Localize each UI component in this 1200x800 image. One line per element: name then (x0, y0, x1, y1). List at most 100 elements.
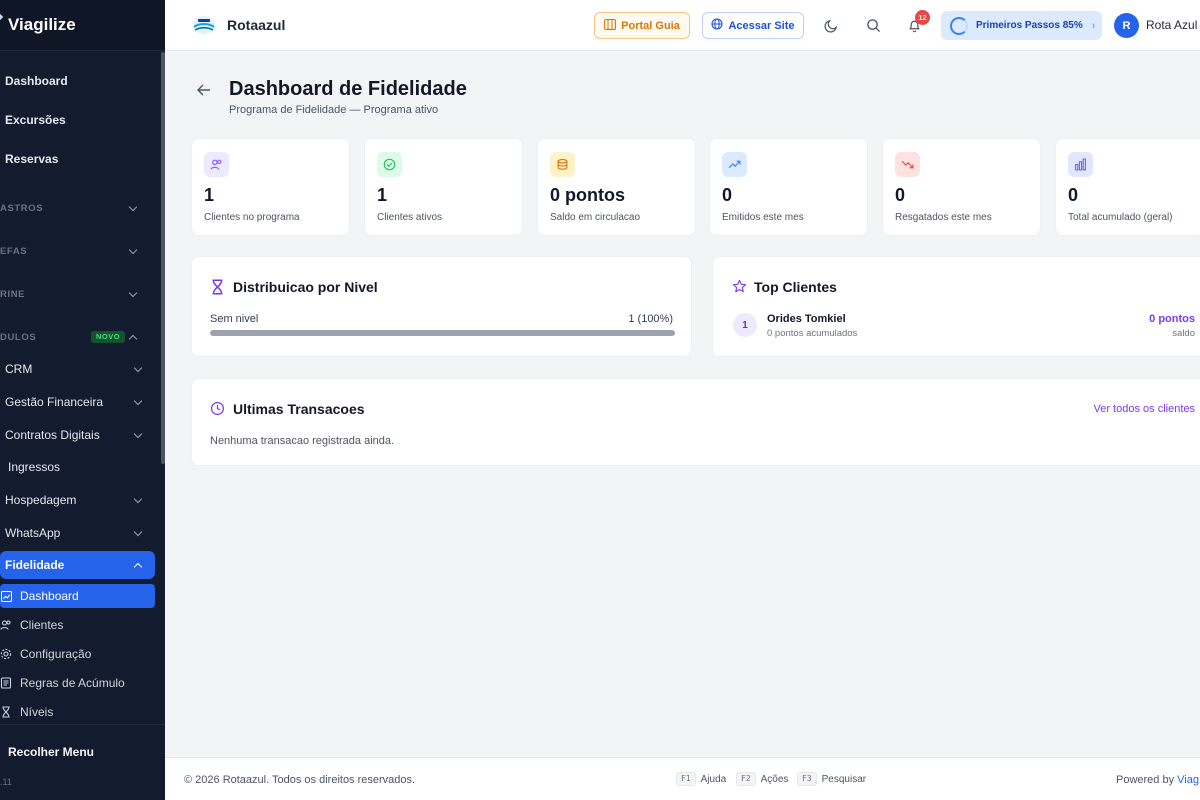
sidebar-item-excursoes[interactable]: Excursões (0, 107, 155, 133)
section-label: EFAS (0, 245, 28, 257)
progress-ring-icon (950, 16, 968, 35)
sidebar-subitem-niveis[interactable]: Níveis (0, 700, 155, 724)
client-points: 0 pontos (1149, 313, 1195, 325)
empty-state-text: Nenhuma transacao registrada ainda. (210, 435, 395, 447)
sidebar-section-vitrine[interactable]: RINE (0, 286, 150, 302)
stat-card-clientes-programa: 1 Clientes no programa (191, 138, 350, 236)
primeiros-passos-button[interactable]: Primeiros Passos 85% › (941, 11, 1102, 40)
top-header: Rotaazul Portal Guia Acessar Site 12 Pri… (165, 0, 1200, 51)
card-title: Top Clientes (754, 279, 837, 295)
user-name[interactable]: Rota Azul (1146, 18, 1197, 32)
chevron-up-icon (133, 562, 143, 572)
sidebar-item-hospedagem[interactable]: Hospedagem (0, 487, 155, 513)
users-icon (204, 152, 229, 177)
stat-card-emitidos-mes: 0 Emitidos este mes (709, 138, 868, 236)
sidebar-subitem-dashboard[interactable]: Dashboard (0, 584, 155, 608)
sidebar-item-label: Hospedagem (5, 493, 77, 507)
sidebar-subitem-label: Dashboard (20, 589, 79, 603)
sidebar-item-dashboard[interactable]: Dashboard (0, 68, 155, 94)
sidebar-item-label: Reservas (5, 152, 59, 166)
chevron-down-icon (133, 363, 143, 373)
sidebar-subitem-regras[interactable]: Regras de Acúmulo (0, 671, 155, 695)
star-icon (732, 279, 748, 295)
page-subtitle: Programa de Fidelidade — Programa ativo (229, 104, 439, 116)
sidebar-subitem-label: Níveis (20, 705, 54, 719)
stat-label: Clientes ativos (377, 212, 443, 223)
top-clientes-card: Top Clientes 1 Orides Tomkiel 0 pontos a… (712, 256, 1200, 357)
moon-icon[interactable] (822, 16, 840, 34)
chevron-down-icon (133, 494, 143, 504)
shortcut-search[interactable]: F3 Pesquisar (797, 772, 866, 786)
hourglass-icon (210, 279, 226, 295)
sidebar-item-contratos-digitais[interactable]: Contratos Digitais (0, 422, 155, 448)
sidebar-item-ingressos[interactable]: Ingressos (0, 454, 155, 480)
rules-icon (0, 677, 12, 689)
search-icon[interactable] (864, 16, 882, 34)
sidebar-item-whatsapp[interactable]: WhatsApp (0, 520, 155, 546)
sidebar-item-crm[interactable]: CRM (0, 356, 155, 382)
stat-card-resgatados-mes: 0 Resgatados este mes (882, 138, 1041, 236)
stat-value: 1 (204, 185, 215, 205)
shortcut-key: F1 (676, 772, 696, 786)
sidebar-subitem-configuracao[interactable]: Configuração (0, 642, 155, 666)
divider (0, 724, 165, 725)
stat-label: Resgatados este mes (895, 212, 992, 223)
copyright: © 2026 Rotaazul. Todos os direitos reser… (184, 774, 416, 786)
stat-value: 1 (377, 185, 388, 205)
powered-brand-link[interactable]: Viag (1177, 774, 1199, 786)
stat-label: Clientes no programa (204, 212, 300, 223)
ver-todos-clientes-link[interactable]: Ver todos os clientes (1093, 403, 1195, 415)
section-label: ASTROS (0, 202, 44, 214)
footer: © 2026 Rotaazul. Todos os direitos reser… (165, 757, 1200, 800)
sidebar-item-fidelidade[interactable]: Fidelidade (0, 551, 155, 579)
globe-icon (711, 18, 724, 33)
trending-up-icon (722, 152, 747, 177)
shortcut-help[interactable]: F1 Ajuda (676, 772, 726, 786)
sidebar-item-gestao-financeira[interactable]: Gestão Financeira (0, 389, 155, 415)
portal-guia-button[interactable]: Portal Guia (594, 12, 690, 39)
sidebar-section-modulos[interactable]: DULOS NOVO (0, 329, 150, 345)
client-name[interactable]: Orides Tomkiel (767, 313, 846, 325)
shortcut-label: Pesquisar (821, 773, 867, 785)
sidebar-subitem-clientes[interactable]: Clientes (0, 613, 155, 637)
level-label: Sem nivel (210, 313, 259, 325)
chevron-right-icon: › (1091, 19, 1096, 32)
stat-value: 0 (1068, 185, 1079, 205)
collapse-menu-button[interactable]: Recolher Menu (8, 745, 94, 759)
sidebar-scrollbar[interactable] (161, 52, 165, 464)
chart-icon (0, 590, 12, 602)
stat-value: 0 (895, 185, 906, 205)
novo-badge: NOVO (91, 331, 126, 343)
shortcut-key: F2 (736, 772, 756, 786)
stat-label: Total acumulado (geral) (1068, 212, 1173, 223)
sidebar-item-label: WhatsApp (5, 526, 61, 540)
chevron-down-icon (128, 245, 138, 255)
shortcut-actions[interactable]: F2 Ações (736, 772, 788, 786)
client-accumulated: 0 pontos acumulados (767, 328, 858, 339)
check-circle-icon (377, 152, 402, 177)
map-icon (604, 18, 617, 33)
page-title: Dashboard de Fidelidade (229, 78, 467, 100)
acessar-site-button[interactable]: Acessar Site (702, 12, 804, 39)
powered-by: Powered by Viag (1116, 774, 1199, 786)
level-progress-bar (210, 330, 675, 336)
stat-label: Emitidos este mes (722, 212, 804, 223)
stat-value: 0 pontos (550, 185, 625, 205)
back-arrow-icon[interactable] (196, 82, 212, 98)
avatar[interactable]: R (1114, 13, 1139, 38)
sidebar-section-tarefas[interactable]: EFAS (0, 243, 150, 259)
sidebar-brand[interactable]: Viagilize (0, 0, 165, 51)
shortcut-label: Ações (760, 773, 789, 785)
org-name: Rotaazul (227, 17, 286, 33)
sidebar-item-label: CRM (5, 362, 33, 376)
sidebar-item-reservas[interactable]: Reservas (0, 146, 155, 172)
sidebar-section-cadastros[interactable]: ASTROS (0, 200, 150, 216)
bar-chart-icon (1068, 152, 1093, 177)
shortcut-label: Ajuda (700, 773, 727, 785)
powered-prefix: Powered by (1116, 774, 1178, 786)
sidebar-item-label: Ingressos (8, 460, 61, 474)
rank-badge: 1 (733, 313, 757, 337)
hourglass-icon (0, 706, 12, 718)
users-icon (0, 619, 12, 631)
section-label: RINE (0, 288, 26, 300)
